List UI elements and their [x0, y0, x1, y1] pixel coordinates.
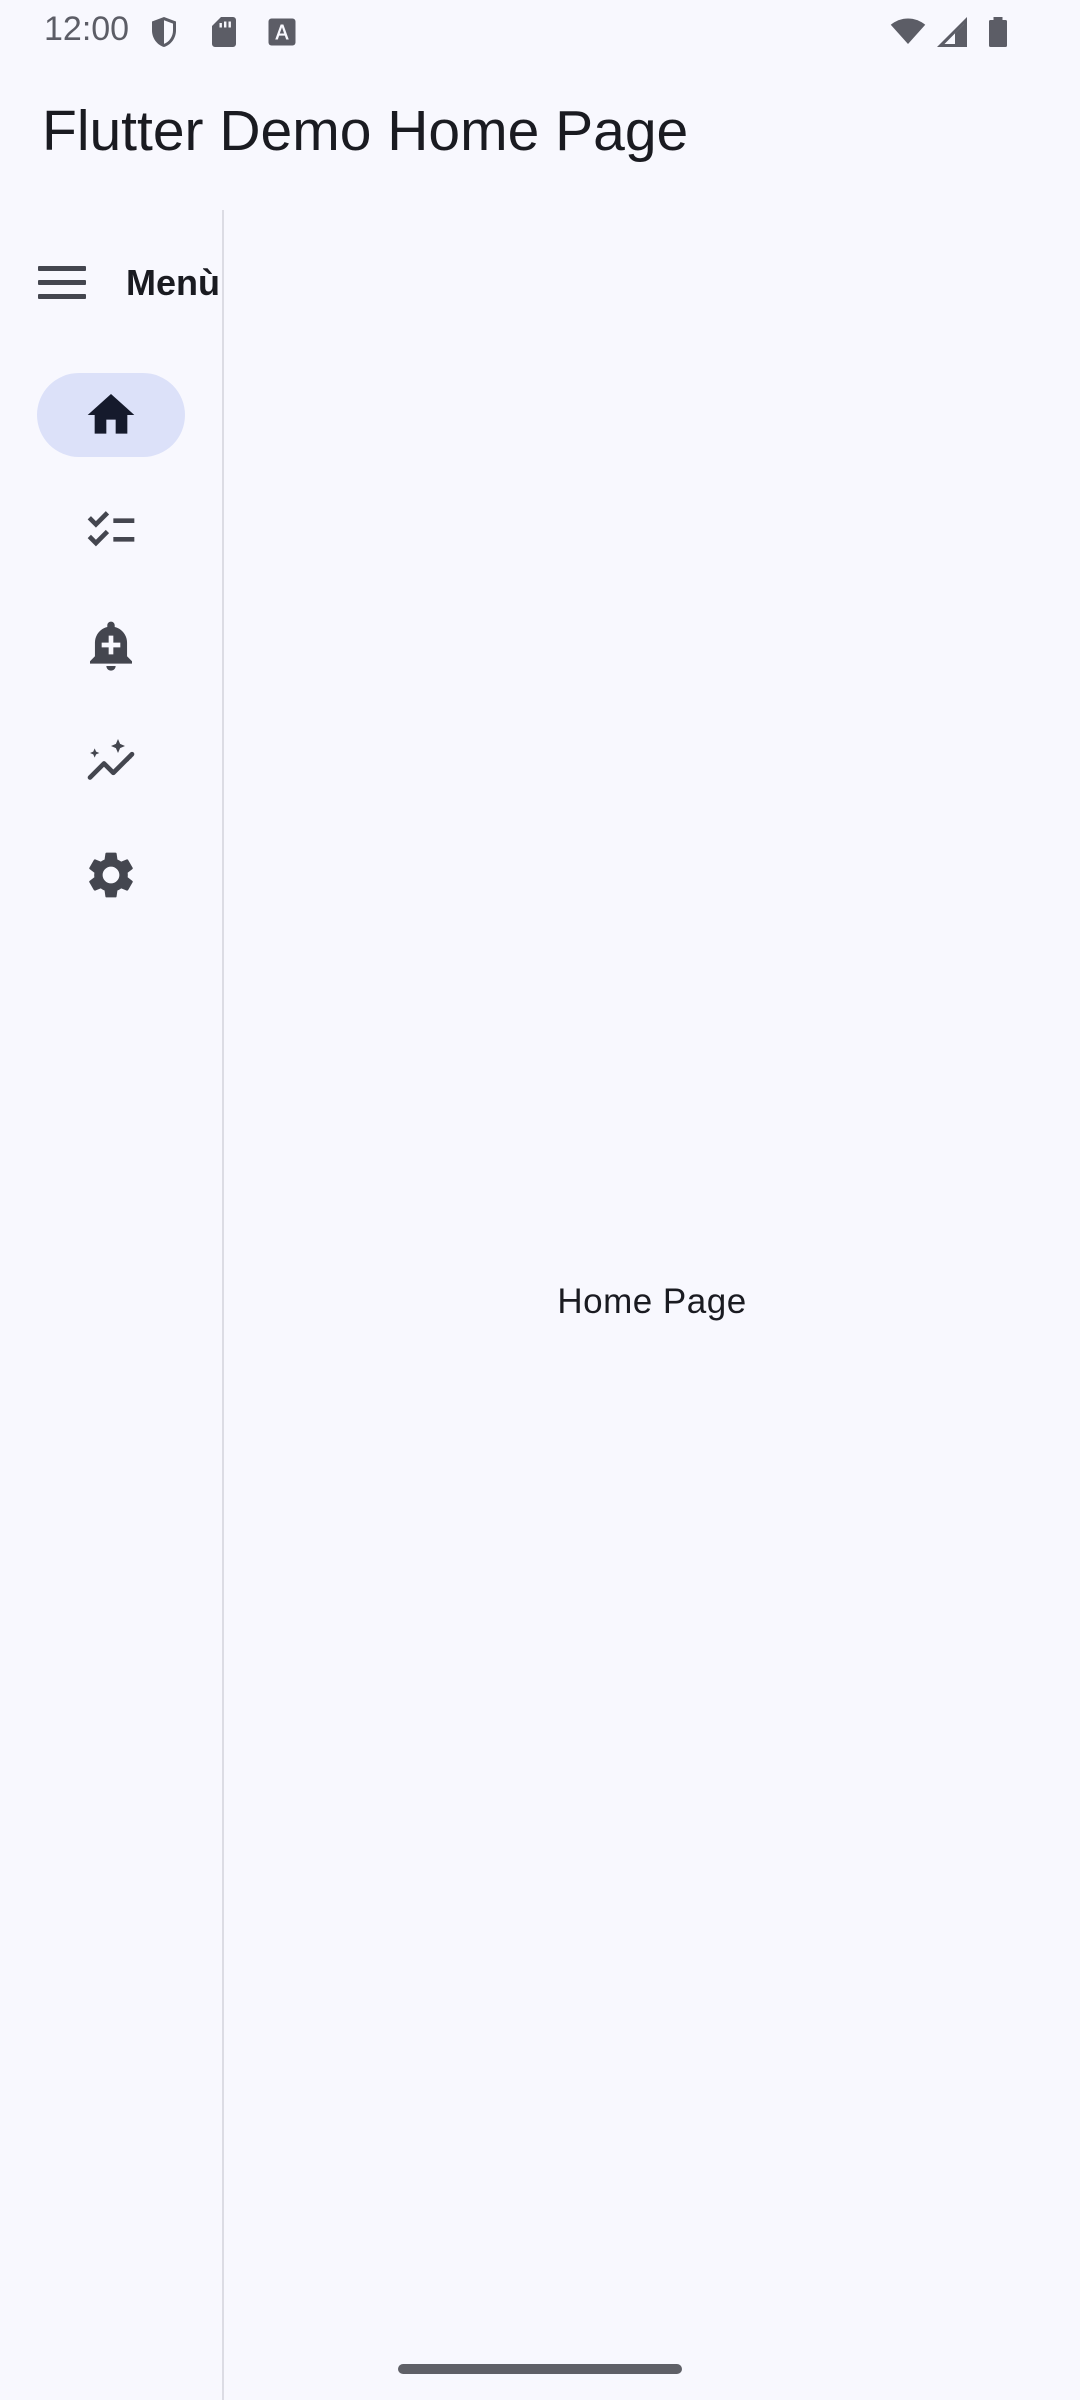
nav-destination-home[interactable] — [37, 373, 185, 457]
navigation-rail: Menù — [0, 210, 224, 2400]
home-page-text: Home Page — [557, 1282, 747, 1321]
insights-icon — [87, 739, 135, 780]
page-title: Flutter Demo Home Page — [42, 99, 689, 163]
home-icon — [87, 394, 135, 434]
shield-icon — [146, 14, 182, 50]
settings-icon — [89, 852, 133, 898]
font-a-icon — [264, 14, 300, 50]
menu-icon — [36, 260, 90, 306]
main-content: Home Page — [224, 210, 1080, 2400]
nav-destination-checklist[interactable] — [37, 488, 185, 572]
app-bar: Flutter Demo Home Page — [0, 64, 1080, 210]
nav-destination-settings[interactable] — [37, 833, 185, 917]
wifi-icon — [888, 14, 928, 50]
signal-icon — [934, 14, 970, 50]
battery-icon — [980, 14, 1016, 50]
checklist-icon — [87, 511, 135, 547]
menu-label: Menù — [126, 262, 220, 303]
status-bar: 12:00 — [0, 0, 1080, 64]
sd-card-icon — [206, 14, 242, 50]
nav-destination-insights[interactable] — [37, 718, 185, 802]
gesture-handle[interactable] — [398, 2364, 682, 2374]
menu-button[interactable]: Menù — [0, 240, 222, 326]
status-time: 12:00 — [44, 10, 130, 48]
add-alert-icon — [90, 621, 132, 671]
nav-destination-add-alert[interactable] — [37, 603, 185, 687]
